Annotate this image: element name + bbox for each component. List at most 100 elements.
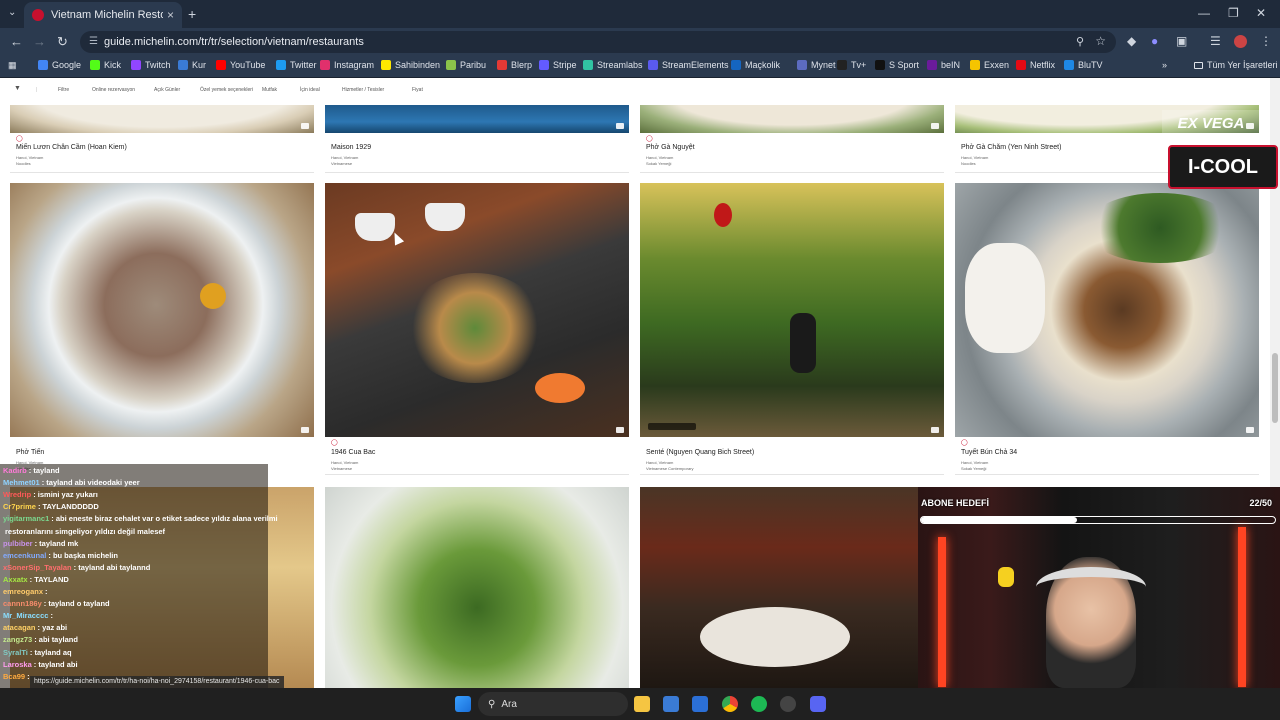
- restaurant-photo[interactable]: [640, 487, 944, 688]
- restaurant-card[interactable]: ◯ Phở Gà Nguyệt Hanoi, Vietnam Sokak Yem…: [640, 105, 944, 173]
- bookmark-item[interactable]: Mynet: [797, 60, 836, 70]
- extension-icon[interactable]: ◆: [1127, 34, 1136, 48]
- bookmark-item[interactable]: BluTV: [1064, 60, 1103, 70]
- back-icon[interactable]: ←: [10, 34, 23, 49]
- taskbar-search[interactable]: ⚲ Ara: [478, 692, 628, 716]
- filter-chip-5[interactable]: İçin ideal: [300, 87, 320, 93]
- restaurant-card[interactable]: [640, 487, 944, 688]
- bookmark-item[interactable]: Kur: [178, 60, 206, 70]
- restaurant-name[interactable]: Tuyết Bún Chả 34: [961, 449, 1017, 456]
- bookmark-item[interactable]: Twitch: [131, 60, 171, 70]
- profile-avatar[interactable]: [1234, 35, 1247, 48]
- lantern: [714, 203, 732, 227]
- restaurant-photo[interactable]: [325, 487, 629, 688]
- all-bookmarks-button[interactable]: Tüm Yer İşaretleri: [1194, 60, 1278, 70]
- bookmark-item[interactable]: Streamlabs: [583, 60, 643, 70]
- bookmark-icon[interactable]: [1246, 427, 1254, 433]
- restaurant-name[interactable]: Phở Gà Nguyệt: [646, 144, 695, 151]
- tab-close-icon[interactable]: ×: [167, 8, 174, 22]
- bookmark-item[interactable]: StreamElements: [648, 60, 729, 70]
- restaurant-photo[interactable]: [325, 183, 629, 437]
- close-window-icon[interactable]: ✕: [1256, 6, 1266, 20]
- bookmark-icon[interactable]: [301, 427, 309, 433]
- outlook-icon[interactable]: [692, 696, 708, 712]
- new-tab-button[interactable]: +: [188, 6, 196, 22]
- filter-chip-6[interactable]: Hizmetler / Tesisler: [342, 87, 384, 93]
- restaurant-card[interactable]: Senté (Nguyen Quang Bich Street) Hanoi, …: [640, 183, 944, 475]
- restaurant-photo[interactable]: [955, 183, 1259, 437]
- bookmark-item[interactable]: Exxen: [970, 60, 1009, 70]
- restaurant-card[interactable]: ◯ 1946 Cua Bac Hanoi, Vietnam Vietnamese: [325, 183, 629, 475]
- bookmark-item[interactable]: Instagram: [320, 60, 374, 70]
- menu-dots-icon[interactable]: ⋮: [1260, 34, 1272, 48]
- bookmark-icon[interactable]: [931, 123, 939, 129]
- extension-2-icon[interactable]: ●: [1151, 34, 1158, 48]
- spotify-icon[interactable]: [751, 696, 767, 712]
- scrollbar-thumb[interactable]: [1272, 353, 1278, 423]
- bookmark-star-icon[interactable]: ☆: [1095, 34, 1106, 48]
- forward-icon[interactable]: →: [33, 34, 46, 49]
- tab-active[interactable]: Vietnam Michelin Restoranları ×: [24, 2, 182, 28]
- filter-chip-2[interactable]: Açık Günler: [154, 87, 180, 93]
- restaurant-card[interactable]: [325, 487, 629, 688]
- minimize-icon[interactable]: —: [1198, 6, 1210, 20]
- filter-chip-1[interactable]: Online rezervasyon: [92, 87, 135, 93]
- bookmark-item[interactable]: Netflix: [1016, 60, 1055, 70]
- bookmark-icon[interactable]: [616, 123, 624, 129]
- apps-grid-icon[interactable]: ▦: [8, 60, 17, 71]
- more-bookmarks-icon[interactable]: »: [1162, 60, 1167, 70]
- filter-chip-4[interactable]: Mutfak: [262, 87, 277, 93]
- bookmark-label: Instagram: [334, 60, 375, 70]
- restaurant-card[interactable]: Phở Tiến Hanoi, Vietnam Noodles: [10, 183, 314, 475]
- restaurant-card[interactable]: Maison 1929 Hanoi, Vietnam Vietnamese: [325, 105, 629, 173]
- site-info-icon[interactable]: ☰: [89, 36, 98, 47]
- restaurant-photo[interactable]: [10, 105, 314, 133]
- extensions-puzzle-icon[interactable]: ▣: [1176, 34, 1187, 48]
- restaurant-name[interactable]: Phở Gà Chăm (Yen Ninh Street): [961, 144, 1061, 151]
- tab-search-icon[interactable]: ⌄: [8, 7, 16, 18]
- restaurant-name[interactable]: Miến Lươn Chân Cầm (Hoan Kiem): [16, 144, 127, 151]
- bookmark-item[interactable]: Stripe: [539, 60, 577, 70]
- bookmark-item[interactable]: Twitter: [276, 60, 317, 70]
- bookmark-icon[interactable]: [301, 123, 309, 129]
- restaurant-name[interactable]: 1946 Cua Bac: [331, 449, 375, 456]
- obs-icon[interactable]: [780, 696, 796, 712]
- restore-icon[interactable]: ❐: [1228, 6, 1239, 20]
- zoom-icon[interactable]: ⚲: [1076, 35, 1084, 48]
- chrome-icon[interactable]: [722, 696, 738, 712]
- media-control-icon[interactable]: ☰: [1210, 34, 1221, 48]
- bookmark-item[interactable]: YouTube: [216, 60, 265, 70]
- discord-icon[interactable]: [810, 696, 826, 712]
- bookmark-icon[interactable]: [931, 427, 939, 433]
- bookmark-icon[interactable]: [616, 427, 624, 433]
- windows-start-icon[interactable]: [455, 696, 471, 712]
- bookmark-item[interactable]: Tv+: [837, 60, 866, 70]
- restaurant-photo[interactable]: [325, 105, 629, 133]
- bookmark-item[interactable]: Kick: [90, 60, 121, 70]
- chat-message: restoranlarını simgeliyor yıldızı değil …: [3, 527, 165, 536]
- restaurant-name[interactable]: Phở Tiến: [16, 449, 44, 456]
- restaurant-card[interactable]: ◯ Tuyết Bún Chả 34 Hanoi, Vietnam Sokak …: [955, 183, 1259, 475]
- reload-icon[interactable]: ↻: [57, 34, 68, 50]
- restaurant-name[interactable]: Maison 1929: [331, 144, 371, 151]
- bookmark-item[interactable]: Blerp: [497, 60, 532, 70]
- url-bar[interactable]: ☰ guide.michelin.com/tr/tr/selection/vie…: [80, 31, 1116, 53]
- restaurant-name[interactable]: Senté (Nguyen Quang Bich Street): [646, 449, 754, 456]
- restaurant-photo[interactable]: [640, 105, 944, 133]
- filter-icon[interactable]: ▼: [14, 85, 21, 92]
- bookmark-item[interactable]: Paribu: [446, 60, 486, 70]
- bookmark-item[interactable]: beIN: [927, 60, 960, 70]
- bookmark-item[interactable]: Google: [38, 60, 81, 70]
- filter-chip-3[interactable]: Özel yemek seçenekleri: [200, 87, 253, 93]
- store-icon[interactable]: [663, 696, 679, 712]
- bookmark-item[interactable]: Maçkolik: [731, 60, 780, 70]
- file-explorer-icon[interactable]: [634, 696, 650, 712]
- restaurant-photo[interactable]: [640, 183, 944, 437]
- filter-chip-0[interactable]: Filtre: [58, 87, 69, 93]
- bookmark-favicon-icon: [178, 60, 188, 70]
- bookmark-item[interactable]: Sahibinden: [381, 60, 440, 70]
- restaurant-card[interactable]: ◯ Miến Lươn Chân Cầm (Hoan Kiem) Hanoi, …: [10, 105, 314, 173]
- bookmark-item[interactable]: S Sport: [875, 60, 919, 70]
- filter-chip-7[interactable]: Fiyat: [412, 87, 423, 93]
- restaurant-photo[interactable]: [10, 183, 314, 437]
